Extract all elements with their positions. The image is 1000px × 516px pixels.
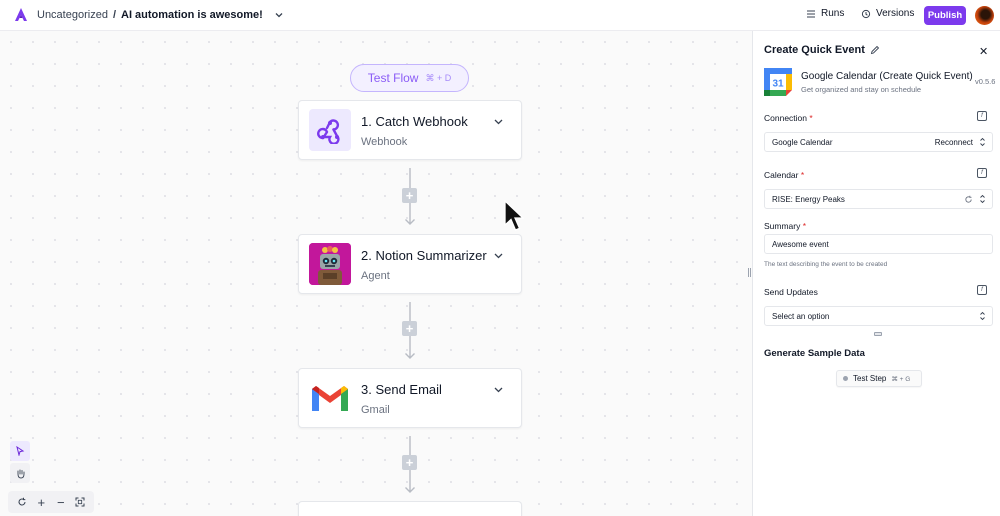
- chevron-down-icon[interactable]: [493, 384, 504, 395]
- breadcrumb-folder[interactable]: Uncategorized: [37, 9, 108, 21]
- connection-value: Google Calendar: [772, 137, 833, 147]
- select-tool-button[interactable]: [10, 441, 30, 461]
- summary-label: Summary *: [764, 221, 807, 231]
- piece-description: Get organized and stay on schedule: [801, 85, 922, 94]
- hand-icon: [17, 469, 24, 478]
- close-icon[interactable]: ✕: [979, 45, 988, 58]
- connection-select[interactable]: Google Calendar Reconnect: [764, 132, 993, 152]
- send-updates-label: Send Updates: [764, 287, 818, 297]
- piece-name: Google Calendar (Create Quick Event): [801, 71, 973, 82]
- refresh-icon[interactable]: [964, 195, 973, 204]
- versions-label: Versions: [876, 8, 915, 19]
- status-dot: [843, 376, 848, 381]
- send-updates-placeholder: Select an option: [772, 311, 830, 321]
- runs-label: Runs: [821, 8, 845, 19]
- top-bar: Uncategorized / AI automation is awesome…: [0, 0, 1000, 31]
- step-card-notion-summarizer[interactable]: 2. Notion Summarizer Agent: [298, 234, 522, 294]
- calendar-label: Calendar *: [764, 170, 805, 180]
- panel-title: Create Quick Event: [764, 44, 880, 56]
- history-icon: [861, 9, 871, 18]
- add-step-button[interactable]: +: [402, 188, 417, 203]
- step-title: 1. Catch Webhook: [361, 114, 468, 129]
- webhook-icon: [309, 109, 351, 151]
- list-icon: [807, 9, 815, 18]
- flow-name[interactable]: AI automation is awesome!: [121, 9, 263, 21]
- add-step-button[interactable]: +: [402, 455, 417, 470]
- pointer-icon: [16, 446, 25, 456]
- chevron-updown-icon: [980, 194, 985, 204]
- calendar-select[interactable]: RISE: Energy Peaks: [764, 189, 993, 209]
- zoom-in-button[interactable]: +: [33, 494, 49, 510]
- avatar[interactable]: [975, 6, 994, 25]
- reset-view-button[interactable]: [14, 494, 30, 510]
- chevron-down-icon[interactable]: [493, 116, 504, 127]
- fit-view-button[interactable]: [72, 494, 88, 510]
- flow-canvas[interactable]: Test Flow ⌘ + D 1. Catch Webhook Webhook: [0, 31, 752, 516]
- sample-data-heading: Generate Sample Data: [764, 348, 865, 359]
- versions-button[interactable]: Versions: [861, 8, 914, 19]
- zoom-out-button[interactable]: −: [53, 494, 69, 510]
- test-step-shortcut: ⌘ + G: [891, 375, 911, 383]
- chevron-updown-icon: [980, 311, 985, 321]
- chevron-down-icon[interactable]: [493, 250, 504, 261]
- breadcrumb: Uncategorized / AI automation is awesome…: [37, 9, 284, 21]
- panel-title-text: Create Quick Event: [764, 44, 865, 56]
- breadcrumb-separator: /: [112, 9, 116, 21]
- test-flow-button[interactable]: Test Flow ⌘ + D: [350, 64, 469, 92]
- step-title: 2. Notion Summarizer: [361, 248, 487, 263]
- step-subtitle: Webhook: [361, 136, 408, 148]
- step-card-catch-webhook[interactable]: 1. Catch Webhook Webhook: [298, 100, 522, 160]
- test-flow-shortcut: ⌘ + D: [425, 72, 452, 83]
- fit-screen-icon: [75, 497, 85, 507]
- formula-icon[interactable]: f: [977, 111, 987, 121]
- pan-tool-button[interactable]: [10, 463, 30, 483]
- step-card-send-email[interactable]: 3. Send Email Gmail: [298, 368, 522, 428]
- summary-input[interactable]: Awesome event: [764, 234, 993, 254]
- section-resize-handle[interactable]: [874, 332, 882, 336]
- test-step-label: Test Step: [853, 374, 887, 383]
- summary-help-text: The text describing the event to be crea…: [764, 261, 888, 268]
- mouse-pointer-icon: [504, 200, 524, 231]
- runs-button[interactable]: Runs: [806, 8, 844, 19]
- connection-label: Connection *: [764, 113, 813, 123]
- send-updates-select[interactable]: Select an option: [764, 306, 993, 326]
- pencil-icon[interactable]: [870, 45, 880, 55]
- calendar-day: 31: [772, 79, 784, 90]
- formula-icon[interactable]: f: [977, 285, 987, 295]
- step-card-partial[interactable]: [298, 501, 522, 516]
- step-subtitle: Gmail: [361, 404, 390, 416]
- calendar-value: RISE: Energy Peaks: [772, 194, 845, 204]
- piece-version: v0.5.6: [975, 77, 996, 86]
- chevron-updown-icon: [980, 137, 985, 147]
- panel-resize-handle[interactable]: [748, 268, 751, 277]
- step-subtitle: Agent: [361, 270, 390, 282]
- test-step-button[interactable]: Test Step ⌘ + G: [836, 370, 922, 387]
- step-settings-panel: Create Quick Event ✕ 31 Google Calendar …: [752, 31, 1000, 516]
- formula-icon[interactable]: f: [977, 168, 987, 178]
- step-title: 3. Send Email: [361, 382, 442, 397]
- robot-agent-icon: [309, 243, 351, 285]
- refresh-icon: [18, 497, 26, 506]
- gmail-icon: [309, 377, 351, 419]
- zoom-controls: + −: [8, 491, 94, 513]
- google-calendar-icon: 31: [764, 68, 792, 96]
- chevron-down-icon[interactable]: [274, 10, 284, 20]
- reconnect-button[interactable]: Reconnect: [935, 138, 973, 147]
- publish-button[interactable]: Publish: [924, 6, 966, 25]
- test-flow-label: Test Flow: [367, 71, 419, 85]
- app-logo-icon[interactable]: [13, 7, 29, 23]
- summary-value: Awesome event: [772, 239, 829, 249]
- add-step-button[interactable]: +: [402, 321, 417, 336]
